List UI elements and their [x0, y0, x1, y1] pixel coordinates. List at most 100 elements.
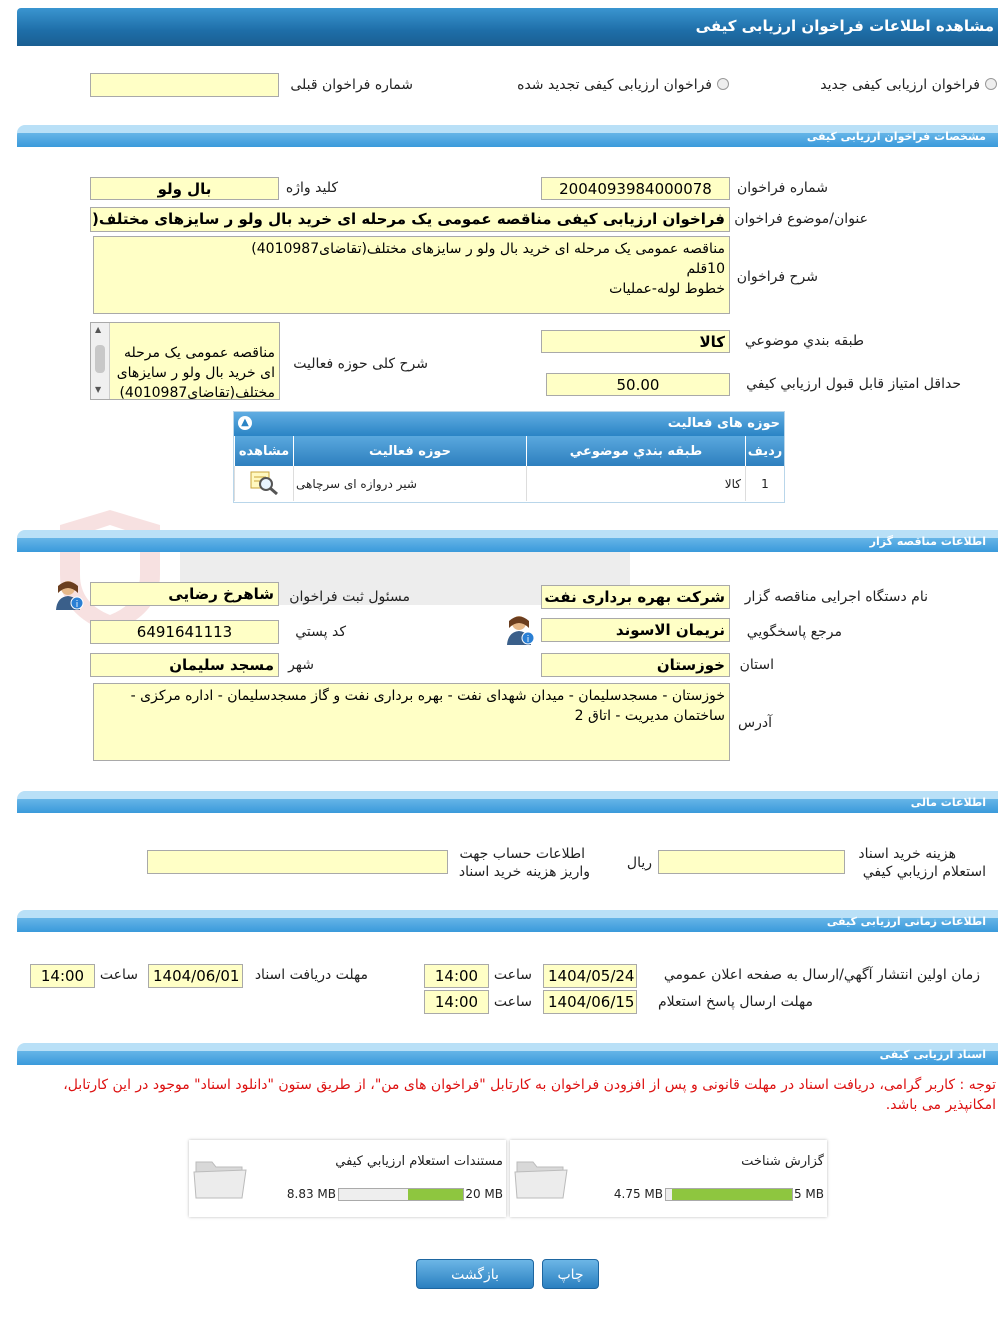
- file-progress-bar: [338, 1188, 464, 1201]
- postal-field[interactable]: 6491641113: [90, 620, 279, 644]
- scroll-up-icon[interactable]: ▲: [95, 325, 101, 334]
- section-tenderer-title: اطلاعات مناقصه گزار: [869, 535, 986, 548]
- reply-date-field[interactable]: 1404/06/15: [543, 990, 637, 1014]
- call-number-label: شماره فراخوان: [737, 180, 828, 196]
- scroll-down-icon[interactable]: ▼: [95, 385, 101, 394]
- subject-label: عنوان/موضوع فراخوان: [734, 211, 868, 227]
- reply-time-field[interactable]: 14:00: [424, 990, 489, 1014]
- receive-time-label: ساعت: [99, 967, 138, 983]
- reply-label: مهلت ارسال پاسخ استعلام: [657, 994, 813, 1010]
- collapse-icon[interactable]: ▲: [238, 416, 252, 430]
- prev-number-field[interactable]: [90, 73, 279, 97]
- account-field[interactable]: [147, 850, 448, 874]
- file-max-size: 5 MB: [793, 1187, 824, 1201]
- min-score-field[interactable]: 50.00: [546, 373, 730, 396]
- back-button[interactable]: بازگشت: [416, 1259, 534, 1289]
- description-label: شرح فراخوان: [736, 269, 818, 285]
- radio-renewed-label: فراخوان ارزیابی کیفی تجدید شده: [517, 77, 712, 93]
- file-progress-bar: [665, 1188, 793, 1201]
- scroll-thumb[interactable]: [95, 345, 105, 373]
- user-info-icon[interactable]: i: [55, 579, 85, 611]
- row-index: 1: [745, 466, 784, 501]
- account-label-line2: واريز هزينه خريد اسناد: [458, 864, 590, 880]
- keyword-field[interactable]: بال ولو: [90, 177, 279, 200]
- contact-info-icon[interactable]: i: [506, 614, 536, 646]
- contact-field[interactable]: نریمان الاسوند: [541, 618, 730, 642]
- postal-label: کد پستي: [295, 624, 346, 640]
- city-label: شهر: [288, 657, 314, 673]
- section-documents-title: اسناد ارزیابی کیفی: [879, 1048, 986, 1061]
- subject-field[interactable]: فراخوان ارزیابی کیفی مناقصه عمومی یک مرح…: [90, 207, 730, 232]
- section-financial: اطلاعات مالی: [17, 791, 998, 813]
- folder-icon: [514, 1161, 568, 1199]
- file-name: مستندات استعلام ارزيابي کيفي: [335, 1154, 503, 1169]
- file-progress-fill: [408, 1189, 463, 1200]
- cost-field[interactable]: [658, 850, 845, 874]
- prev-number-label: شماره فراخوان قبلی: [290, 77, 413, 93]
- radio-new-label: فراخوان ارزیابی کیفی جدید: [820, 77, 980, 93]
- min-score-label: حداقل امتياز قابل قبول ارزيابي کيفي: [746, 376, 961, 392]
- row-activity: شیر دروازه ای سرچاهی: [293, 466, 527, 501]
- section-specs-title: مشخصات فراخوان ارزیابی کیفی: [806, 130, 986, 143]
- scope-text: مناقصه عمومی یک مرحله ای خرید بال ولو ر …: [116, 345, 275, 400]
- radio-renewed-call[interactable]: [717, 78, 729, 90]
- radio-new-call[interactable]: [985, 78, 997, 90]
- province-field[interactable]: خوزستان: [541, 653, 730, 677]
- section-timing: اطلاعات زمانی ارزیابی کیفی: [17, 910, 998, 932]
- org-field[interactable]: شرکت بهره برداری نفت و گ: [541, 585, 730, 609]
- category-field[interactable]: کالا: [541, 330, 730, 353]
- scope-label: شرح کلی حوزه فعالیت: [293, 356, 428, 372]
- category-label: طبقه بندي موضوعي: [744, 333, 864, 349]
- file-progress-fill: [672, 1189, 792, 1200]
- page-header: مشاهده اطلاعات فراخوان ارزیابی کیفی: [17, 8, 998, 46]
- registrar-field[interactable]: شاهرخ رضایی: [90, 582, 279, 606]
- row-category: کالا: [526, 466, 746, 501]
- receive-time-field[interactable]: 14:00: [30, 964, 95, 988]
- section-financial-title: اطلاعات مالی: [910, 796, 986, 809]
- reply-time-label: ساعت: [493, 994, 532, 1010]
- currency-label: ريال: [626, 855, 652, 871]
- file-size: 8.83 MB: [286, 1187, 336, 1201]
- file-card-documents[interactable]: مستندات استعلام ارزيابي کيفي 20 MB 8.83 …: [189, 1140, 506, 1217]
- publish-time-field[interactable]: 14:00: [424, 964, 489, 988]
- description-field[interactable]: مناقصه عمومی یک مرحله ای خرید بال ولو ر …: [93, 236, 730, 314]
- call-number-field[interactable]: 2004093984000078: [541, 177, 730, 200]
- col-row-header: رديف: [745, 436, 784, 466]
- keyword-label: کلید واژه: [285, 180, 338, 196]
- activity-grid-title: حوزه های فعالیت: [667, 416, 780, 431]
- download-notice: توجه : کاربر گرامی، دریافت اسناد در مهلت…: [63, 1077, 996, 1113]
- scope-scrollbar[interactable]: ▲ ▼: [91, 323, 110, 399]
- file-card-report[interactable]: گزارش شناخت 5 MB 4.75 MB: [510, 1140, 827, 1217]
- activity-table: رديف طبقه بندي موضوعي حوزه فعاليت مشاهده…: [234, 436, 784, 501]
- watermark-logo: [60, 510, 630, 633]
- province-label: استان: [739, 657, 774, 673]
- page-title: مشاهده اطلاعات فراخوان ارزیابی کیفی: [695, 17, 994, 35]
- publish-date-field[interactable]: 1404/05/24: [543, 964, 637, 988]
- receive-label: مهلت دريافت اسناد: [254, 967, 368, 983]
- city-field[interactable]: مسجد سلیمان: [90, 653, 279, 677]
- table-row: 1 کالا شیر دروازه ای سرچاهی: [234, 466, 784, 501]
- receive-date-field[interactable]: 1404/06/01: [148, 964, 243, 988]
- col-activity-header: حوزه فعاليت: [293, 436, 527, 466]
- scope-field[interactable]: مناقصه عمومی یک مرحله ای خرید بال ولو ر …: [90, 322, 280, 400]
- svg-text:i: i: [76, 600, 79, 610]
- file-max-size: 20 MB: [465, 1187, 503, 1201]
- address-field[interactable]: خوزستان - مسجدسلیمان - میدان شهدای نفت -…: [93, 683, 730, 761]
- activity-grid: حوزه های فعالیت ▲ رديف طبقه بندي موضوعي …: [233, 411, 785, 503]
- view-button[interactable]: [234, 466, 294, 501]
- org-label: نام دستگاه اجرايی مناقصه گزار: [744, 589, 928, 605]
- publish-time-label: ساعت: [493, 967, 532, 983]
- section-specs: مشخصات فراخوان ارزیابی کیفی: [17, 125, 998, 147]
- address-label: آدرس: [738, 715, 772, 731]
- contact-label: مرجع پاسخگويي: [746, 624, 842, 640]
- section-documents: اسناد ارزیابی کیفی: [17, 1043, 998, 1065]
- section-timing-title: اطلاعات زمانی ارزیابی کیفی: [826, 915, 986, 928]
- folder-icon: [193, 1161, 247, 1199]
- activity-grid-header: حوزه های فعالیت ▲: [234, 412, 784, 436]
- file-size: 4.75 MB: [613, 1187, 663, 1201]
- file-name: گزارش شناخت: [741, 1154, 824, 1169]
- cost-label-line1: هزينه خريد اسناد: [858, 846, 956, 862]
- print-button[interactable]: چاپ: [542, 1259, 599, 1289]
- svg-text:i: i: [527, 635, 530, 645]
- col-view-header: مشاهده: [234, 436, 294, 466]
